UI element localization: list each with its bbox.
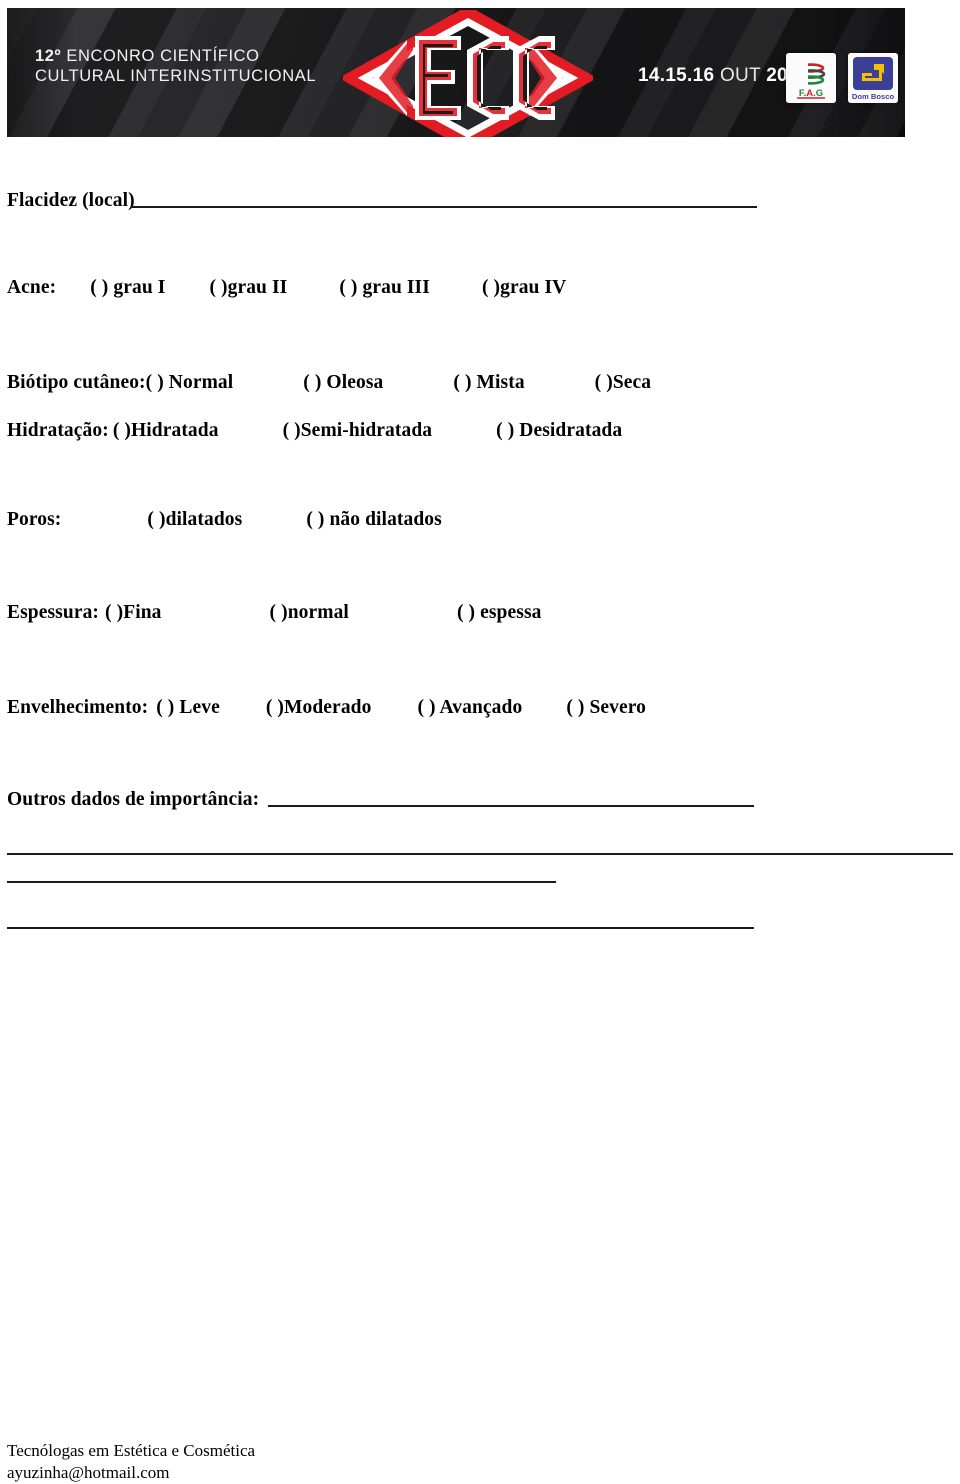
field-envelhecimento-option-1[interactable]: ( ) Leve <box>156 697 220 719</box>
field-envelhecimento-option-3[interactable]: ( ) Avançado <box>417 697 522 719</box>
field-outros-underline-4[interactable] <box>7 927 754 929</box>
field-espessura-option-3[interactable]: ( ) espessa <box>457 602 542 624</box>
field-acne-option-4[interactable]: ( )grau IV <box>482 277 566 299</box>
field-envelhecimento: Envelhecimento: ( ) Leve ( )Moderado ( ) Av… <box>7 697 646 719</box>
field-acne-option-3[interactable]: ( ) grau III <box>339 277 430 299</box>
field-biotipo-option-1[interactable]: ( ) Normal <box>146 372 234 394</box>
ecci-logo: ECCI <box>338 8 598 137</box>
field-outros-label: Outros dados de importância: <box>7 789 260 810</box>
dom-bosco-logo: Dom Bosco <box>848 53 898 103</box>
field-hidratacao-option-2[interactable]: ( )Semi-hidratada <box>283 420 433 442</box>
fag-logo: F.A.G <box>786 53 836 103</box>
field-outros-underline-3[interactable] <box>7 881 556 883</box>
banner-date-month: OUT <box>714 65 767 86</box>
field-hidratacao: Hidratação:( )Hidratada ( )Semi-hidratada… <box>7 420 622 442</box>
banner-event-subtitle: CULTURAL INTERINSTITUCIONAL <box>35 67 317 86</box>
banner-event-date: 14.15.16 OUT 2014 <box>638 65 810 87</box>
field-envelhecimento-label: Envelhecimento: <box>7 697 149 718</box>
banner-event-title: 12º ENCONRO CIENTÍFICO CULTURAL INTERINS… <box>35 46 316 86</box>
field-espessura-label: Espessura: <box>7 602 100 623</box>
footer-credits: Tecnólogas em Estética e Cosmética ayuzi… <box>7 1440 255 1484</box>
footer-line-role: Tecnólogas em Estética e Cosmética <box>7 1441 256 1460</box>
banner-event-ordinal: 12º <box>35 47 62 65</box>
banner-event-title-rest: ENCONRO CIENTÍFICO <box>61 47 260 65</box>
field-envelhecimento-option-2[interactable]: ( )Moderado <box>266 697 372 719</box>
field-poros-option-1[interactable]: ( )dilatados <box>147 509 242 531</box>
field-biotipo-label: Biótipo cutâneo: <box>7 372 146 393</box>
field-acne-option-1[interactable]: ( ) grau I <box>90 277 165 299</box>
field-flacidez-label: Flacidez (local) <box>7 190 135 211</box>
event-banner: 12º ENCONRO CIENTÍFICO CULTURAL INTERINS… <box>7 8 905 137</box>
field-hidratacao-label: Hidratação: <box>7 420 109 441</box>
field-acne-option-2[interactable]: ( )grau II <box>209 277 287 299</box>
field-flacidez-underline[interactable] <box>131 206 757 208</box>
field-poros-option-2[interactable]: ( ) não dilatados <box>306 509 442 531</box>
footer-line-email[interactable]: ayuzinha@hotmail.com <box>7 1462 255 1484</box>
field-hidratacao-option-1[interactable]: ( )Hidratada <box>113 420 219 442</box>
field-biotipo-option-2[interactable]: ( ) Oleosa <box>303 372 383 394</box>
field-flacidez: Flacidez (local) <box>7 190 135 212</box>
field-biotipo-option-3[interactable]: ( ) Mista <box>453 372 524 394</box>
field-envelhecimento-option-4[interactable]: ( ) Severo <box>566 697 646 719</box>
field-acne-label: Acne: <box>7 277 57 298</box>
field-poros: Poros: ( )dilatados ( ) não dilatados <box>7 509 442 531</box>
field-outros-underline-1b[interactable] <box>598 805 754 807</box>
field-poros-label: Poros: <box>7 509 62 530</box>
field-outros: Outros dados de importância: <box>7 789 259 811</box>
field-outros-underline-2[interactable] <box>7 853 953 855</box>
field-biotipo: Biótipo cutâneo:( ) Normal ( ) Oleosa ( ) … <box>7 372 651 394</box>
field-acne: Acne: ( ) grau I ( )grau II ( ) grau III ( )… <box>7 277 566 299</box>
field-espessura: Espessura:( )Fina ( )normal ( ) espessa <box>7 602 541 624</box>
field-hidratacao-option-3[interactable]: ( ) Desidratada <box>496 420 622 442</box>
banner-date-numbers: 14.15.16 <box>638 65 715 86</box>
dom-bosco-label: Dom Bosco <box>852 92 895 101</box>
field-biotipo-option-4[interactable]: ( )Seca <box>595 372 651 394</box>
field-espessura-option-2[interactable]: ( )normal <box>270 602 349 624</box>
field-outros-underline-1a[interactable] <box>268 805 598 807</box>
field-espessura-option-1[interactable]: ( )Fina <box>105 602 162 624</box>
